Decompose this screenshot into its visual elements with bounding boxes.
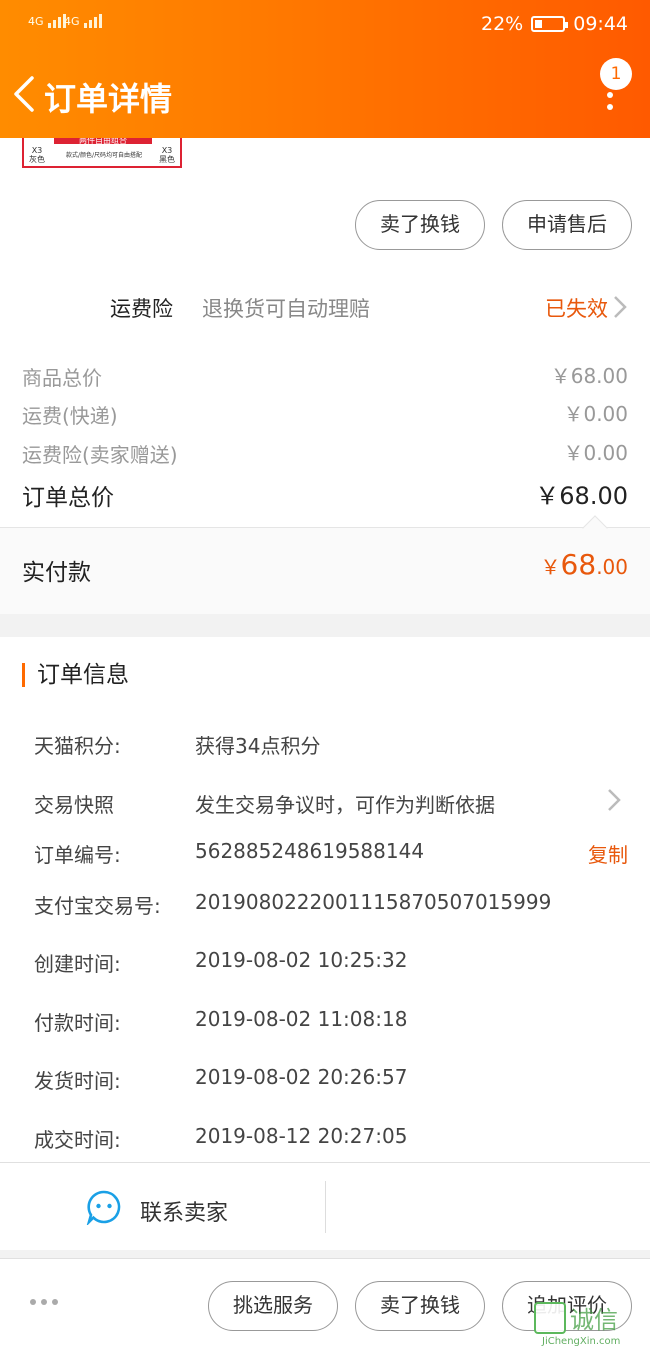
created-time-label: 创建时间: [34, 952, 121, 976]
contact-seller-row[interactable]: 联系卖家 [0, 1162, 650, 1250]
left-tag: X3 灰色 [24, 146, 50, 164]
created-time-value: 2019-08-02 10:25:32 [195, 948, 408, 972]
insurance-fee-value: ￥0.00 [563, 441, 628, 465]
battery-percent: 22% [481, 13, 524, 35]
signal-bars-icon [83, 14, 102, 28]
insurance-desc: 退换货可自动理赔 [202, 297, 370, 321]
shipping-fee-label: 运费(快递) [22, 404, 118, 428]
header: 4G 4G 22% 09:44 订单详情 1 [0, 0, 650, 138]
product-card: 两件自由组合 X3 灰色 款式/颜色/尺码均可自由搭配 X3 黑色 卖了换钱 申… [0, 138, 650, 262]
clock: 09:44 [573, 13, 628, 35]
right-tag-qty: X3 [161, 146, 173, 155]
shipping-insurance-row[interactable]: 运费险 退换货可自动理赔 已失效 [0, 262, 650, 350]
order-info-heading: 订单信息 [22, 663, 129, 687]
watermark-icon [534, 1302, 566, 1334]
paid-time-label: 付款时间: [34, 1011, 121, 1035]
watermark-logo: 诚信 JiChengXin.com [526, 1298, 648, 1350]
signal-indicator-2: 4G [64, 14, 102, 28]
signal-indicator-1: 4G [28, 14, 66, 28]
nav-bar: 订单详情 [0, 60, 650, 132]
amount-integer: 68 [560, 548, 597, 581]
paid-time-value: 2019-08-02 11:08:18 [195, 1007, 408, 1031]
chat-bubble-icon [86, 1190, 121, 1225]
page-title: 订单详情 [44, 80, 173, 118]
price-summary: 商品总价 ￥68.00 运费(快递) ￥0.00 运费险(卖家赠送) ￥0.00… [0, 350, 650, 528]
chevron-left-icon[interactable] [8, 72, 44, 116]
amount-paid-label: 实付款 [22, 560, 91, 586]
shipped-time-value: 2019-08-02 20:26:57 [195, 1065, 408, 1089]
order-number-label: 订单编号: [34, 843, 121, 867]
shipped-time-label: 发货时间: [34, 1069, 121, 1093]
watermark-text: 诚信 [570, 1306, 618, 1334]
goods-total-value: ￥68.00 [550, 364, 628, 388]
divider [325, 1181, 326, 1233]
amount-decimal: .00 [596, 555, 628, 579]
points-value: 获得34点积分 [195, 734, 321, 758]
amount-paid-row: 实付款 ￥68.00 [0, 515, 650, 614]
status-right: 22% 09:44 [481, 13, 628, 35]
insurance-label: 运费险 [110, 297, 173, 321]
product-thumbnail[interactable]: 两件自由组合 X3 灰色 款式/颜色/尺码均可自由搭配 X3 黑色 [22, 138, 182, 168]
battery-icon [531, 16, 569, 32]
right-tag: X3 黑色 [154, 146, 180, 164]
sell-for-cash-bottom-button[interactable]: 卖了换钱 [355, 1281, 485, 1331]
points-label: 天猫积分: [34, 734, 121, 758]
insurance-fee-label: 运费险(卖家赠送) [22, 443, 178, 467]
apply-aftersale-button[interactable]: 申请售后 [502, 200, 632, 250]
chevron-right-icon[interactable] [606, 787, 622, 813]
order-info-section: 订单信息 天猫积分: 获得34点积分 交易快照 发生交易争议时，可作为判断依据 … [0, 637, 650, 1162]
order-number-value: 562885248619588144 [195, 839, 425, 863]
amount-paid-value: ￥68.00 [541, 548, 628, 581]
goods-total-label: 商品总价 [22, 366, 102, 390]
chevron-right-icon [614, 296, 627, 318]
left-tag-qty: X3 [31, 146, 43, 155]
alipay-number-label: 支付宝交易号: [34, 894, 161, 918]
left-tag-color: 灰色 [29, 155, 45, 164]
network-type-label: 4G [64, 15, 80, 28]
watermark-subtext: JiChengXin.com [542, 1336, 621, 1347]
closed-time-value: 2019-08-12 20:27:05 [195, 1124, 408, 1148]
copy-button[interactable]: 复制 [588, 839, 628, 868]
order-total-value: ￥68.00 [535, 482, 628, 510]
right-tag-color: 黑色 [159, 155, 175, 164]
contact-seller-label[interactable]: 联系卖家 [140, 1195, 228, 1227]
closed-time-label: 成交时间: [34, 1128, 121, 1152]
network-type-label: 4G [28, 15, 44, 28]
status-bar: 4G 4G 22% 09:44 [0, 0, 650, 50]
currency-symbol: ￥ [540, 555, 561, 579]
order-total-label: 订单总价 [22, 485, 114, 511]
product-image-band-text: 两件自由组合 [54, 138, 152, 145]
alipay-number-value: 2019080222001115870507015999 [195, 890, 552, 914]
signal-bars-icon [47, 14, 66, 28]
sell-for-cash-button[interactable]: 卖了换钱 [355, 200, 485, 250]
more-horizontal-icon[interactable] [30, 1299, 58, 1305]
product-image-middle-text: 款式/颜色/尺码均可自由搭配 [65, 152, 143, 159]
notification-badge: 1 [600, 58, 632, 90]
snapshot-value[interactable]: 发生交易争议时，可作为判断依据 [195, 789, 495, 818]
pick-service-button[interactable]: 挑选服务 [208, 1281, 338, 1331]
shipping-fee-value: ￥0.00 [563, 402, 628, 426]
snapshot-label[interactable]: 交易快照 [34, 789, 114, 818]
insurance-status: 已失效 [545, 297, 608, 321]
